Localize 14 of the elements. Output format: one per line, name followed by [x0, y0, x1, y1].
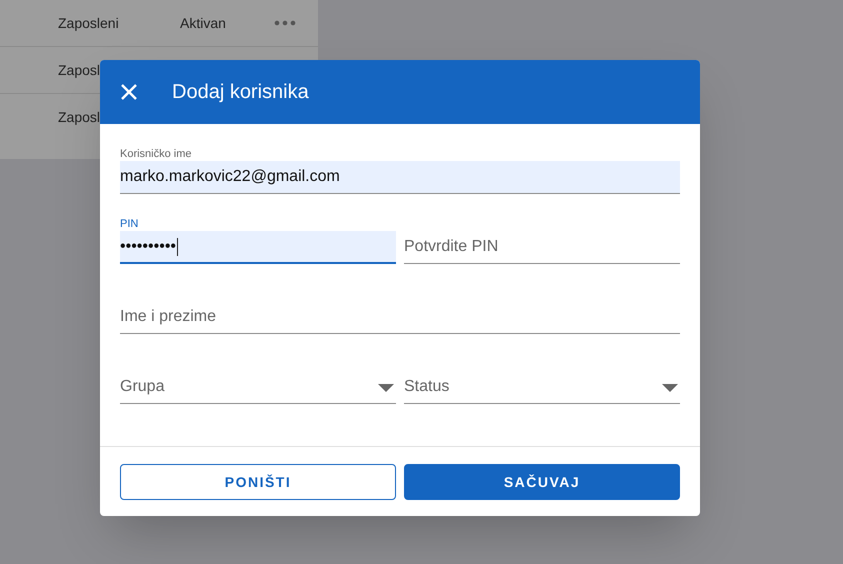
dialog-title: Dodaj korisnika [172, 80, 309, 105]
dropdown-field[interactable]: Status [404, 358, 680, 404]
table-cell-text: Zaposl [58, 60, 100, 80]
table-cell-text: Zaposl [58, 108, 100, 127]
table-cell-text: Zaposleni [58, 14, 119, 33]
dropdown-arrow-icon [378, 384, 394, 392]
dropdown-arrow-icon [662, 384, 678, 392]
save-button[interactable]: SAČUVAJ [404, 464, 680, 500]
table-cell-text: Aktivan [180, 14, 226, 32]
input-field[interactable]: Ime i prezime [120, 288, 680, 334]
dropdown-field[interactable]: Grupa [120, 358, 396, 404]
input-field[interactable]: Potvrdite PIN [404, 218, 680, 264]
cancel-button[interactable]: PONIŠTI [120, 464, 396, 500]
more-icon[interactable] [274, 20, 296, 26]
